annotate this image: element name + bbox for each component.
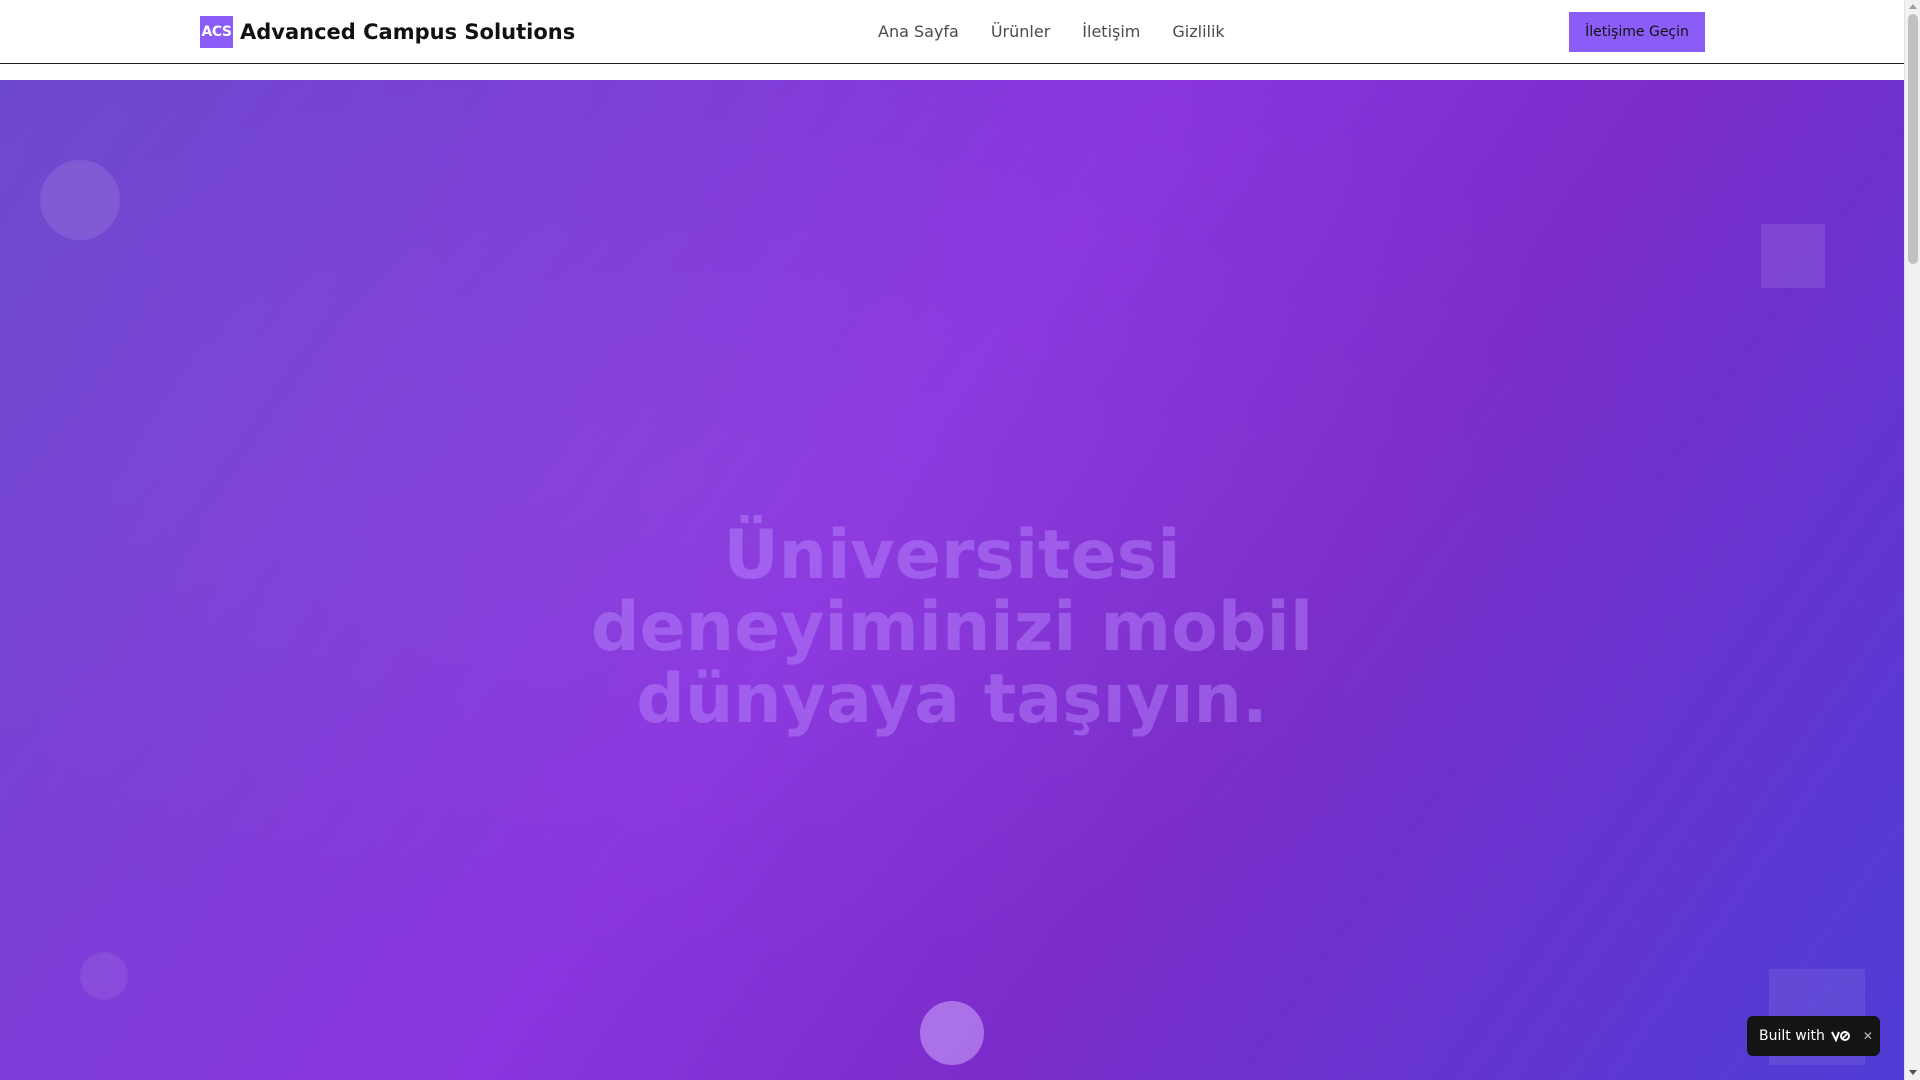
close-icon[interactable]: ✕	[1863, 1016, 1873, 1056]
decorative-circle-small	[80, 952, 128, 1000]
decorative-square	[1761, 224, 1825, 288]
hero-section: Üniversitesi deneyiminizi mobil dünyaya …	[0, 80, 1904, 1080]
built-with-label: Built with	[1759, 1028, 1825, 1044]
brand-name[interactable]: Advanced Campus Solutions	[240, 16, 575, 48]
decorative-circle	[40, 160, 120, 240]
nav-link-privacy[interactable]: Gizlilik	[1172, 16, 1224, 48]
nav-link-products[interactable]: Ürünler	[991, 16, 1050, 48]
v0-logo-icon	[1831, 1031, 1850, 1042]
decorative-circle-bottom	[920, 1001, 984, 1065]
site-header: ACS Advanced Campus Solutions Ana Sayfa …	[0, 0, 1904, 65]
header-bar: ACS Advanced Campus Solutions Ana Sayfa …	[0, 0, 1904, 64]
scroll-up-arrow-icon[interactable]	[1909, 4, 1917, 9]
scroll-down-arrow-icon[interactable]	[1909, 1070, 1917, 1075]
contact-cta-button[interactable]: İletişime Geçin	[1569, 12, 1705, 52]
hero-title: Üniversitesi deneyiminizi mobil dünyaya …	[590, 516, 1314, 739]
built-with-badge[interactable]: Built with ✕	[1747, 1016, 1880, 1056]
nav-link-contact[interactable]: İletişim	[1082, 16, 1140, 48]
page-scrollbar[interactable]	[1904, 0, 1920, 1080]
nav-link-home[interactable]: Ana Sayfa	[878, 16, 959, 48]
scrollbar-thumb[interactable]	[1908, 14, 1918, 264]
logo-badge[interactable]: ACS	[200, 16, 233, 48]
main-nav: Ana Sayfa Ürünler İletişim Gizlilik	[878, 16, 1225, 48]
